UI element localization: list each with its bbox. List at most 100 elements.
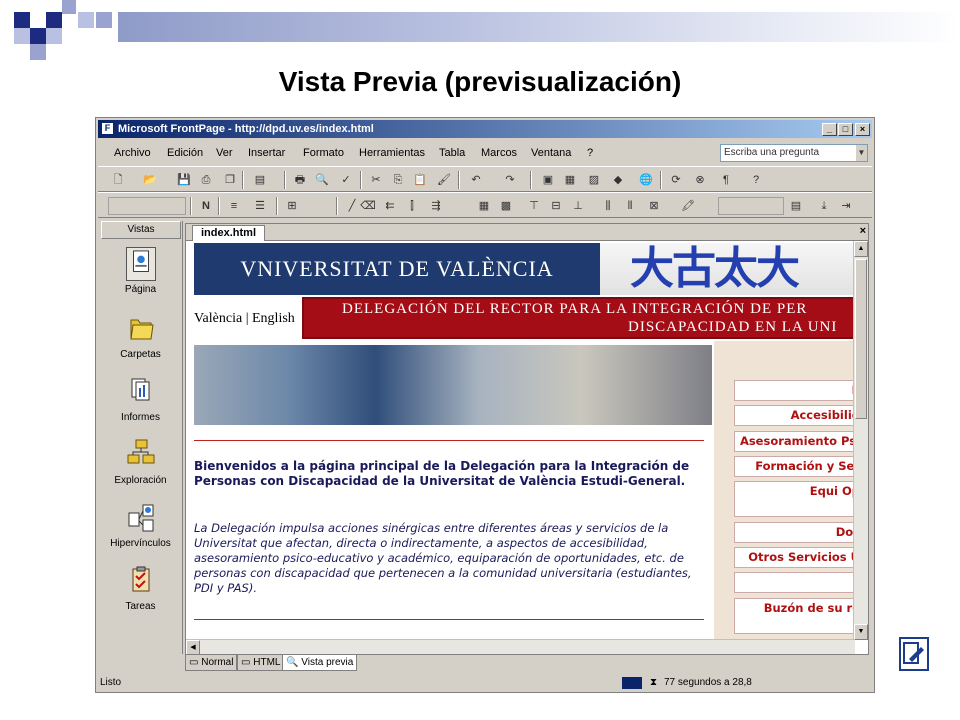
merge-cells-icon[interactable]: ⇶ [428,198,444,214]
distribute-rows-icon[interactable]: ⫼ [600,198,616,214]
close-button[interactable]: × [855,123,870,136]
paste-icon[interactable]: 📋 [412,172,428,188]
view-folders[interactable]: Carpetas [98,312,183,360]
maximize-button[interactable]: □ [838,123,853,136]
align-left-icon[interactable]: ≡ [226,198,242,214]
scroll-left-icon[interactable]: ◀ [186,640,200,654]
new-page-icon[interactable]: 🗋 [110,172,126,188]
view-page[interactable]: Página [98,247,183,295]
align-top-icon[interactable]: ⊤ [526,198,542,214]
bold-icon[interactable]: N [198,198,214,214]
status-text: Listo [100,677,122,688]
nav-link-asesoramiento[interactable]: Asesoramiento Psi [734,431,855,452]
insert-table-icon[interactable]: ▦ [562,172,578,188]
view-reports[interactable]: Informes [98,375,183,423]
split-cells-icon[interactable]: ▦ [476,198,492,214]
fill-right-icon[interactable]: ⇥ [838,198,854,214]
window-titlebar[interactable]: F Microsoft FrontPage - http://dpd.uv.es… [98,120,872,138]
distribute-columns-icon[interactable]: ⫴ [622,198,638,214]
fill-down-icon[interactable]: ⤓ [816,198,832,214]
drawing-icon[interactable]: ◆ [610,172,626,188]
chevron-down-icon[interactable]: ▼ [856,145,867,161]
spelling-icon[interactable]: ✓ [338,172,354,188]
table-properties-icon[interactable]: ▩ [498,198,514,214]
menu-edicion[interactable]: Edición [167,147,203,159]
align-bottom-icon[interactable]: ⊥ [570,198,586,214]
scroll-down-icon[interactable]: ▼ [854,624,868,640]
fill-color-icon[interactable]: 🖍 [680,198,696,214]
nav-link-equiparacion[interactable]: Equi Op [734,481,855,517]
borders-icon[interactable]: ⊞ [284,198,300,214]
nav-link-empty[interactable] [734,572,855,593]
refresh-icon[interactable]: ⟳ [668,172,684,188]
style-select[interactable] [108,197,186,215]
status-bar: Listo ⧗ 77 segundos a 28,8 [98,674,872,692]
menu-ver[interactable]: Ver [216,147,233,159]
help-icon[interactable]: ? [748,172,764,188]
nav-link-1[interactable]: P [734,380,855,401]
publish-icon[interactable]: ⎙ [198,172,214,188]
redo-icon[interactable]: ↷ [502,172,518,188]
uv-logo-text: VNIVERSITAT DE VALÈNCIA [240,256,554,281]
tab-preview[interactable]: 🔍 Vista previa [282,655,358,671]
toggle-pane-icon[interactable]: ▤ [252,172,268,188]
insert-rows-icon[interactable]: ⇇ [382,198,398,214]
table-autoformat-icon[interactable]: ▤ [788,198,804,214]
undo-icon[interactable]: ↶ [468,172,484,188]
view-navigation[interactable]: Exploración [98,438,183,486]
menu-tabla[interactable]: Tabla [439,147,465,159]
page-icon [125,247,156,281]
reports-icon [131,378,149,401]
horizontal-scrollbar[interactable]: ◀ [186,639,855,654]
show-all-icon[interactable]: ¶ [718,172,734,188]
preview-icon[interactable]: 🔍 [314,172,330,188]
format-painter-icon[interactable]: 🖌 [436,172,452,188]
menu-insertar[interactable]: Insertar [248,147,285,159]
menu-marcos[interactable]: Marcos [481,147,517,159]
draw-line-icon[interactable]: ╱ [344,198,360,214]
vertical-scrollbar[interactable]: ▲ ▼ [853,241,868,640]
language-links[interactable]: València | English [194,311,295,327]
print-icon[interactable]: 🖶 [292,172,308,188]
tab-html[interactable]: ▭ HTML [237,655,285,671]
eraser-icon[interactable]: ⌫ [360,198,376,214]
stop-icon[interactable]: ⊗ [692,172,708,188]
menu-formato[interactable]: Formato [303,147,344,159]
scroll-up-icon[interactable]: ▲ [854,241,868,257]
save-icon[interactable]: 💾 [176,172,192,188]
document-tab-index[interactable]: index.html [192,225,266,241]
web-component-icon[interactable]: ▣ [540,172,556,188]
ask-question-input[interactable]: Escriba una pregunta ▼ [720,144,868,162]
bullets-icon[interactable]: ☰ [252,198,268,214]
cut-icon[interactable]: ✂ [368,172,384,188]
edit-icon [903,642,924,664]
nav-link-formacion[interactable]: Formación y Ser [734,456,855,477]
nav-link-buzon[interactable]: Buzón de su re [734,598,855,634]
copy-icon[interactable]: ⎘ [390,172,406,188]
nav-link-otros-servicios[interactable]: Otros Servicios U [734,547,855,568]
menu-help[interactable]: ? [587,147,593,159]
magnifier-icon: 🔍 [286,657,299,668]
document-tabstrip: index.html × [186,224,868,241]
insert-columns-icon[interactable]: ⫿ [404,198,420,214]
close-document-icon[interactable]: × [860,225,866,237]
formatting-toolbar: N ≡ ☰ ⊞ ╱ ⌫ ⇇ ⫿ ⇶ ▦ ▩ ⊤ ⊟ ⊥ ⫼ ⫴ ⊠ 🖍 ▤ ⤓ … [98,192,872,218]
view-hyperlinks[interactable]: Hipervínculos [98,501,183,549]
open-icon[interactable]: 📂 [142,172,158,188]
menu-archivo[interactable]: Archivo [114,147,151,159]
tab-normal[interactable]: ▭ Normal [185,655,238,671]
menu-ventana[interactable]: Ventana [531,147,571,159]
nav-link-accesibilidad[interactable]: Accesibilid [734,405,855,426]
menu-herramientas[interactable]: Herramientas [359,147,425,159]
copy-page-icon[interactable]: ❐ [222,172,238,188]
table-autoformat-select[interactable] [718,197,784,215]
action-button-icon[interactable] [899,637,929,671]
scroll-thumb[interactable] [855,259,867,419]
hyperlink-icon[interactable]: 🌐 [638,172,654,188]
center-vertically-icon[interactable]: ⊟ [548,198,564,214]
autofit-icon[interactable]: ⊠ [646,198,662,214]
insert-picture-icon[interactable]: ▨ [586,172,602,188]
minimize-button[interactable]: _ [822,123,837,136]
nav-link-documentacion[interactable]: Doc [734,522,855,543]
view-tasks[interactable]: Tareas [98,564,183,612]
